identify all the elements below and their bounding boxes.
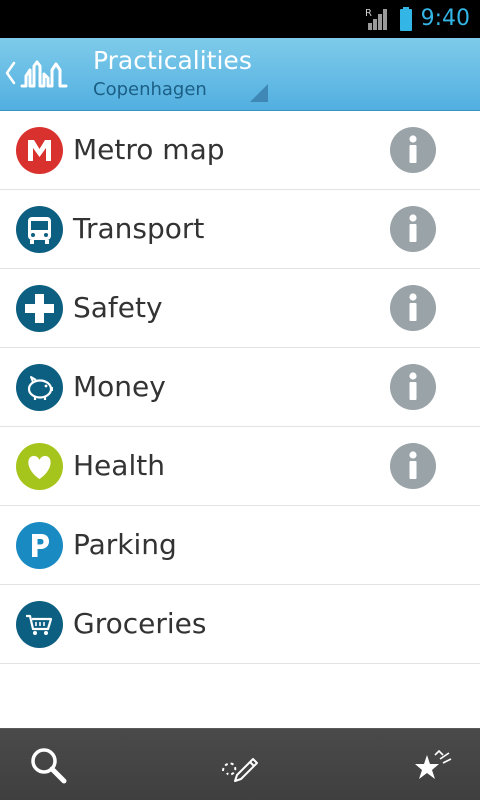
- favorites-stars-icon[interactable]: [407, 741, 457, 791]
- battery-icon: [399, 7, 412, 31]
- up-chevron-icon: [5, 61, 16, 85]
- list-item-label: Metro map: [73, 133, 225, 166]
- parking-p-icon: [16, 522, 63, 569]
- screen: R 9:40 Practicalities Copenhagen Metro m…: [0, 0, 480, 800]
- cross-plus-icon: [16, 285, 63, 332]
- list-item-groceries[interactable]: Groceries: [0, 585, 480, 664]
- page-title: Practicalities: [93, 46, 252, 75]
- signal-roaming-icon: R: [365, 8, 387, 30]
- city-subtitle: Copenhagen: [93, 79, 207, 100]
- search-icon[interactable]: [24, 741, 74, 791]
- heart-icon: [16, 443, 63, 490]
- list-item-label: Safety: [73, 291, 163, 324]
- info-icon[interactable]: [390, 127, 436, 173]
- list-item-label: Transport: [73, 212, 205, 245]
- dropdown-triangle-icon: [250, 84, 268, 102]
- bus-icon: [16, 206, 63, 253]
- list-item-label: Money: [73, 370, 166, 403]
- list-item-label: Health: [73, 449, 165, 482]
- list-item-safety[interactable]: Safety: [0, 269, 480, 348]
- draw-route-icon[interactable]: [215, 741, 265, 791]
- action-bar: Practicalities Copenhagen: [0, 38, 480, 111]
- piggy-bank-icon: [16, 364, 63, 411]
- list-item-label: Parking: [73, 528, 177, 561]
- info-icon[interactable]: [390, 364, 436, 410]
- practicalities-list: Metro map Transport Safety Money Health …: [0, 111, 480, 664]
- status-time: 9:40: [420, 6, 470, 31]
- city-skyline-logo-icon: [20, 60, 68, 88]
- list-item-money[interactable]: Money: [0, 348, 480, 427]
- metro-m-icon: [16, 127, 63, 174]
- roaming-indicator: R: [365, 8, 372, 19]
- list-item-health[interactable]: Health: [0, 427, 480, 506]
- info-icon[interactable]: [390, 285, 436, 331]
- up-home-button[interactable]: [0, 38, 86, 110]
- list-item-transport[interactable]: Transport: [0, 190, 480, 269]
- list-item-label: Groceries: [73, 607, 207, 640]
- status-bar: R 9:40: [0, 0, 480, 38]
- list-item-parking[interactable]: Parking: [0, 506, 480, 585]
- bottom-action-bar: [0, 728, 480, 800]
- list-item-metro-map[interactable]: Metro map: [0, 111, 480, 190]
- info-icon[interactable]: [390, 443, 436, 489]
- info-icon[interactable]: [390, 206, 436, 252]
- title-spinner[interactable]: Practicalities Copenhagen: [93, 44, 273, 106]
- status-indicators: R 9:40: [365, 0, 470, 38]
- shopping-cart-icon: [16, 601, 63, 648]
